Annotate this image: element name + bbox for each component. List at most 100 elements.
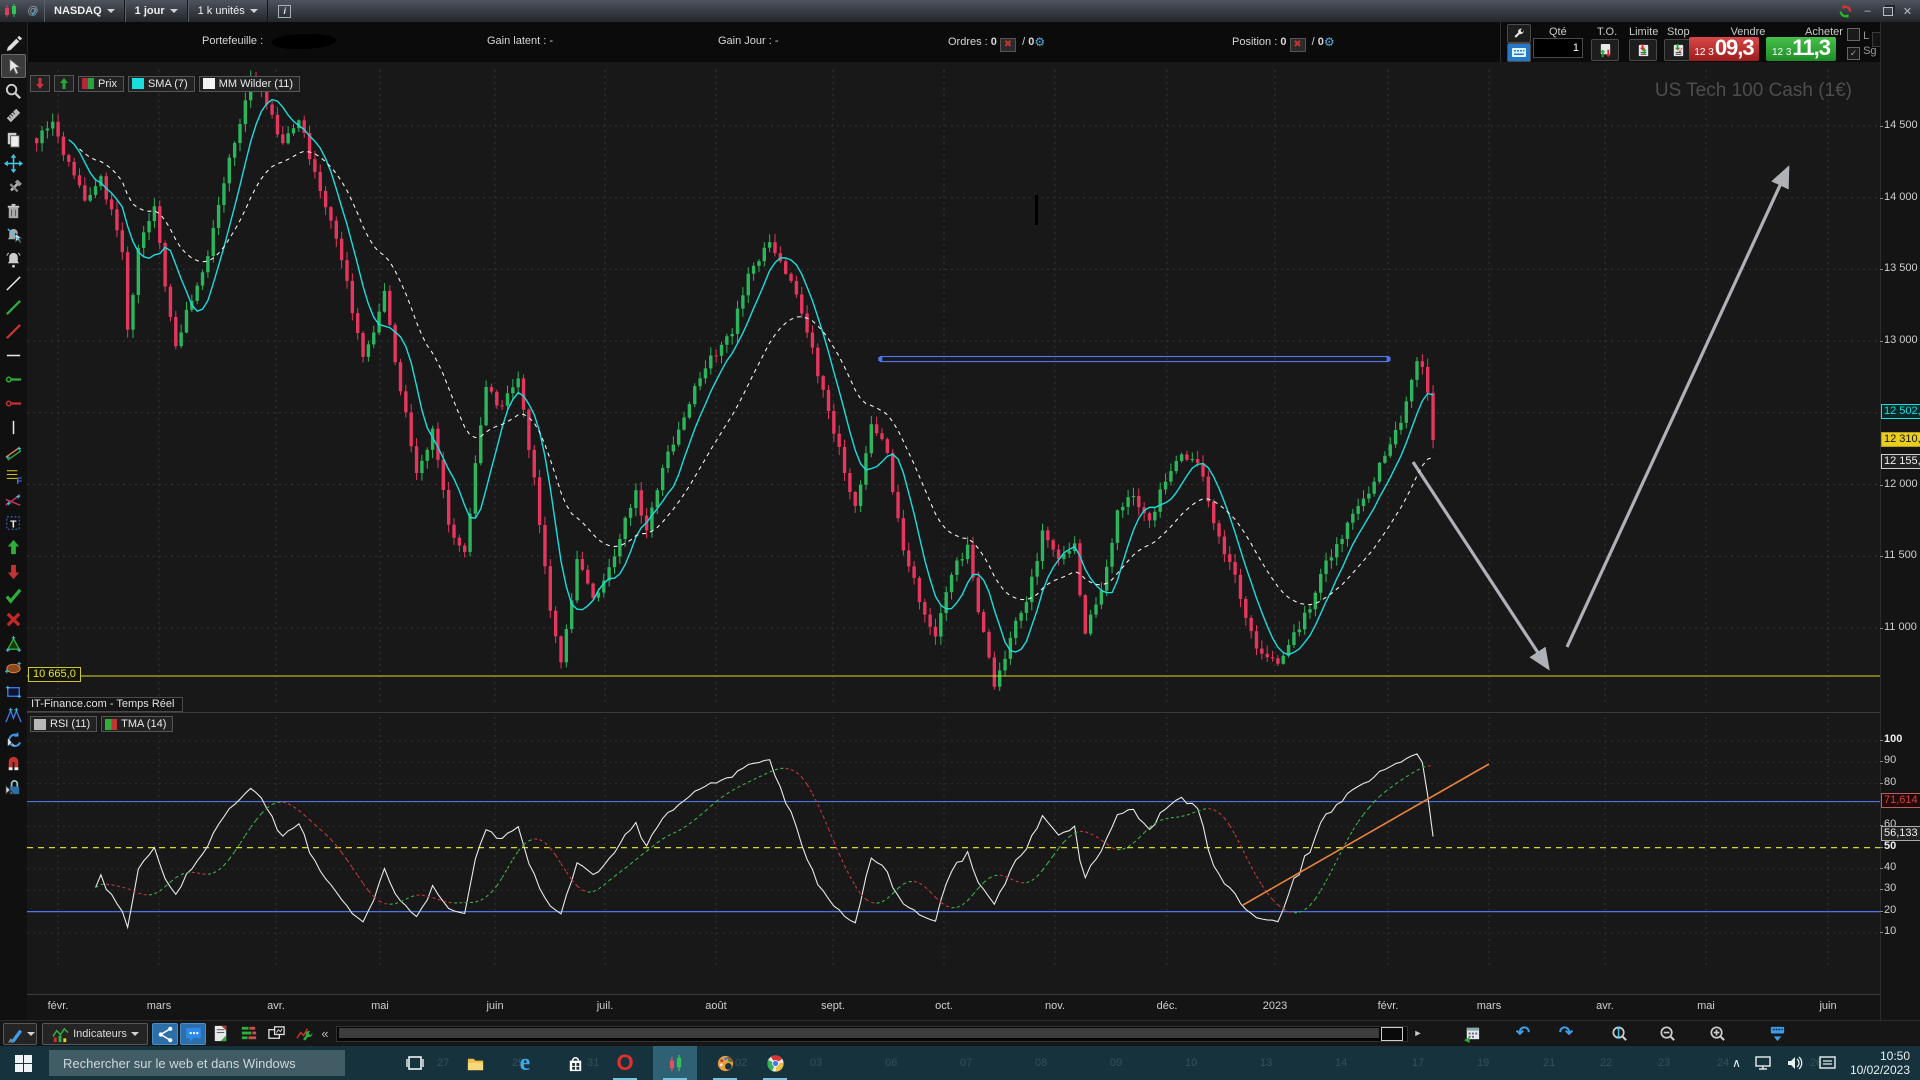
report-button[interactable]	[208, 1023, 232, 1043]
month-label[interactable]: mars	[147, 1000, 171, 1012]
month-label[interactable]: août	[705, 1000, 726, 1012]
sell-arrow-icon[interactable]	[30, 75, 50, 92]
limit-order-icon[interactable]	[1629, 39, 1657, 61]
zoom-icon[interactable]	[2, 80, 25, 102]
wrench-settings-icon[interactable]	[1507, 24, 1531, 43]
sell-button[interactable]: 12 3 09,3	[1689, 37, 1759, 61]
network-icon[interactable]	[1755, 1056, 1773, 1070]
draw-pencil-icon[interactable]	[2, 30, 25, 52]
cancel-orders-icon[interactable]: ✖	[1000, 38, 1016, 52]
paint-icon[interactable]	[703, 1046, 747, 1080]
hscroll-track[interactable]	[336, 1026, 1408, 1042]
chart-settings-button[interactable]	[292, 1023, 316, 1043]
hscroll-thumb[interactable]	[339, 1028, 1379, 1038]
timeframe-dropdown[interactable]: 1 jour	[125, 0, 188, 22]
trading-app-icon[interactable]	[653, 1046, 697, 1080]
hline-white-icon[interactable]	[2, 344, 25, 366]
month-label[interactable]: juin	[1819, 1000, 1836, 1012]
stop-order-icon[interactable]	[1664, 39, 1692, 61]
zoom-fit-button[interactable]	[1606, 1023, 1632, 1043]
month-label[interactable]: juil.	[597, 1000, 614, 1012]
move-icon[interactable]	[2, 152, 25, 174]
buy-arrow-icon[interactable]	[54, 75, 74, 92]
legend-item-white[interactable]: MM Wilder (11)	[199, 76, 300, 92]
to-order-icon[interactable]	[1591, 39, 1619, 61]
delete-icon[interactable]	[2, 200, 25, 222]
store-icon[interactable]	[553, 1046, 597, 1080]
month-label[interactable]: juin	[486, 1000, 503, 1012]
ruler-icon[interactable]	[2, 104, 25, 126]
task-view-button[interactable]	[393, 1046, 437, 1080]
zoom-in-button[interactable]	[1704, 1023, 1730, 1043]
minimize-button[interactable]: –	[1859, 4, 1876, 18]
file-explorer-icon[interactable]	[453, 1046, 497, 1080]
position-settings-icon[interactable]: ⚙	[1324, 35, 1335, 49]
fibonacci-icon[interactable]: F	[2, 464, 25, 486]
legend-item-greenred[interactable]: TMA (14)	[101, 716, 173, 732]
quantity-input[interactable]	[1533, 38, 1583, 58]
redo-button[interactable]: ↷	[1553, 1023, 1579, 1043]
opera-icon[interactable]: O	[603, 1046, 647, 1080]
restore-button[interactable]	[1879, 4, 1896, 18]
edge-icon[interactable]: e	[503, 1046, 547, 1080]
trendline-red-icon[interactable]	[2, 320, 25, 342]
month-label[interactable]: mai	[1697, 1000, 1715, 1012]
undo-drawing-icon[interactable]	[2, 728, 25, 750]
month-label[interactable]: mai	[371, 1000, 389, 1012]
delete-drawing-icon[interactable]	[2, 608, 25, 630]
validate-icon[interactable]	[2, 584, 25, 606]
calendar-button[interactable]	[1458, 1023, 1484, 1043]
month-label[interactable]: déc.	[1157, 1000, 1178, 1012]
channel-icon[interactable]	[2, 440, 25, 462]
month-label[interactable]: 2023	[1263, 1000, 1287, 1012]
taskbar-clock[interactable]: 10:50 10/02/2023	[1850, 1049, 1910, 1077]
close-position-icon[interactable]: ✖	[1290, 38, 1306, 52]
price-axis[interactable]: 14 50014 00013 50013 00012 00011 50011 0…	[1880, 22, 1920, 1020]
buy-button[interactable]: 12 3 11,3	[1766, 37, 1836, 61]
volume-icon[interactable]	[1787, 1056, 1805, 1070]
month-label[interactable]: févr.	[48, 1000, 69, 1012]
chat-button[interactable]	[180, 1023, 206, 1045]
text-tool-icon[interactable]: T	[2, 512, 25, 534]
month-label[interactable]: mars	[1477, 1000, 1501, 1012]
magnet-icon[interactable]	[2, 752, 25, 774]
pitchfork-icon[interactable]	[2, 704, 25, 726]
screens-button[interactable]	[264, 1023, 288, 1043]
alert-remove-icon[interactable]	[2, 224, 25, 246]
symbol-dropdown[interactable]: NASDAQ	[44, 0, 125, 22]
zoom-out-button[interactable]	[1654, 1023, 1680, 1043]
month-label[interactable]: avr.	[1596, 1000, 1614, 1012]
legend-item-cyan[interactable]: SMA (7)	[128, 76, 195, 92]
legend-item-gray[interactable]: RSI (11)	[30, 716, 97, 732]
alert-icon[interactable]	[2, 248, 25, 270]
hline-red-icon[interactable]	[2, 392, 25, 414]
trendline-white-icon[interactable]	[2, 272, 25, 294]
sync-icon[interactable]	[1834, 0, 1856, 22]
show-panel-button[interactable]	[1764, 1023, 1790, 1043]
lock-drawings-icon[interactable]	[2, 776, 25, 798]
crossed-lines-icon[interactable]	[2, 488, 25, 510]
units-dropdown[interactable]: 1 k unités	[188, 0, 268, 22]
rectangle-tool-icon[interactable]	[2, 680, 25, 702]
hscroll-right-button[interactable]: ►	[1410, 1023, 1426, 1043]
indicators-button[interactable]: Indicateurs	[42, 1023, 148, 1045]
vline-icon[interactable]	[2, 416, 25, 438]
month-label[interactable]: févr.	[1378, 1000, 1399, 1012]
close-button[interactable]: ✕	[1899, 4, 1916, 18]
hline-green-icon[interactable]	[2, 368, 25, 390]
time-axis[interactable]: févr.marsavr.maijuinjuil.aoûtsept.oct.no…	[27, 994, 1880, 1021]
sg-checkbox[interactable]: ✓	[1847, 47, 1860, 60]
sell-marker-icon[interactable]	[2, 560, 25, 582]
trendline-green-icon[interactable]	[2, 296, 25, 318]
chrome-icon[interactable]	[753, 1046, 797, 1080]
price-chart-panel[interactable]: PrixSMA (7)MM Wilder (11) US Tech 100 Ca…	[27, 62, 1880, 712]
ellipse-tool-icon[interactable]	[2, 656, 25, 678]
select-cursor-icon[interactable]	[1, 54, 26, 78]
keyboard-icon[interactable]	[1507, 43, 1531, 62]
tools-icon[interactable]	[2, 176, 25, 198]
month-label[interactable]: nov.	[1045, 1000, 1065, 1012]
duplicate-icon[interactable]	[2, 128, 25, 150]
undo-button[interactable]: ↶	[1510, 1023, 1536, 1043]
month-label[interactable]: sept.	[821, 1000, 845, 1012]
hscroll-handle[interactable]	[1381, 1027, 1403, 1041]
